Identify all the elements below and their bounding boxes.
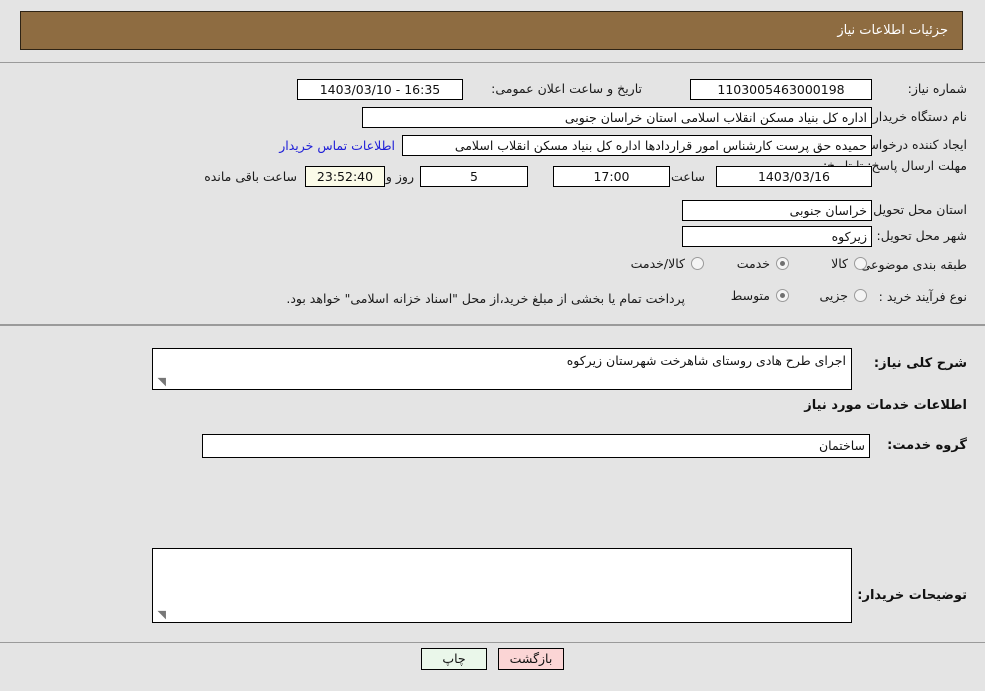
services-section-title: اطلاعات خدمات مورد نیاز <box>804 398 967 413</box>
province-label: استان محل تحویل: <box>868 202 967 217</box>
process-option-jozi[interactable]: جزیی <box>819 288 867 303</box>
description-textarea[interactable]: اجرای طرح هادی روستای شاهرخت شهرستان زیر… <box>152 348 852 390</box>
buyer-contact-link[interactable]: اطلاعات تماس خریدار <box>279 138 395 153</box>
radio-motavaset-icon[interactable] <box>776 289 789 302</box>
buyer-comments-label: توضیحات خریدار: <box>857 588 967 603</box>
buyer-org-value: اداره کل بنیاد مسکن انقلاب اسلامی استان … <box>362 107 872 128</box>
resize-grip-icon[interactable]: ◥ <box>156 609 166 620</box>
buyer-comments-textarea[interactable]: ◥ <box>152 548 852 623</box>
province-value: خراسان جنوبی <box>682 200 872 221</box>
creator-value: حمیده حق پرست کارشناس امور قراردادها ادا… <box>402 135 872 156</box>
radio-khedmat-icon[interactable] <box>776 257 789 270</box>
city-label: شهر محل تحویل: <box>876 228 967 243</box>
process-option-motavaset[interactable]: متوسط <box>731 288 789 303</box>
announce-label: تاریخ و ساعت اعلان عمومی: <box>491 81 642 96</box>
countdown-value: 23:52:40 <box>305 166 385 187</box>
category-option-kala-label: کالا <box>831 256 848 271</box>
city-value: زیرکوه <box>682 226 872 247</box>
service-group-value: ساختمان <box>202 434 870 458</box>
remaining-label: ساعت باقی مانده <box>204 169 297 184</box>
buyer-org-label: نام دستگاه خریدار: <box>868 109 967 124</box>
page-root: ✔ AnaTender.net جزئیات اطلاعات نیاز شمار… <box>0 0 985 691</box>
radio-kala-khedmat-icon[interactable] <box>691 257 704 270</box>
need-number-label: شماره نیاز: <box>907 81 967 96</box>
page-header: جزئیات اطلاعات نیاز <box>20 11 963 50</box>
days-label: روز و <box>385 169 414 184</box>
days-value: 5 <box>420 166 528 187</box>
category-option-kala-khedmat[interactable]: کالا/خدمت <box>631 256 704 271</box>
page-title: جزئیات اطلاعات نیاز <box>837 23 948 38</box>
announce-value: 16:35 - 1403/03/10 <box>297 79 463 100</box>
announce-row: تاریخ و ساعت اعلان عمومی: <box>491 81 642 96</box>
description-value: اجرای طرح هادی روستای شاهرخت شهرستان زیر… <box>566 353 846 368</box>
deadline-date-value: 1403/03/16 <box>716 166 872 187</box>
description-label: شرح کلی نیاز: <box>873 356 967 371</box>
hour-value: 17:00 <box>553 166 670 187</box>
footer-button-bar: بازگشت چاپ <box>0 648 985 670</box>
deadline-row: مهلت ارسال پاسخ: تا تاریخ: <box>822 158 967 174</box>
resize-grip-icon[interactable]: ◥ <box>156 376 166 387</box>
process-option-motavaset-label: متوسط <box>730 288 770 303</box>
need-number-row: شماره نیاز: <box>908 81 967 96</box>
province-row: استان محل تحویل: <box>869 202 967 217</box>
details-panel: شرح کلی نیاز: اجرای طرح هادی روستای شاهر… <box>0 325 985 643</box>
need-number-value: 1103005463000198 <box>690 79 872 100</box>
category-option-khedmat-label: خدمت <box>736 256 770 271</box>
radio-jozi-icon[interactable] <box>854 289 867 302</box>
print-button[interactable]: چاپ <box>421 648 487 670</box>
category-label: طبقه بندی موضوعی: <box>856 257 967 272</box>
hour-label: ساعت <box>670 169 705 184</box>
need-info-panel: شماره نیاز: 1103005463000198 تاریخ و ساع… <box>0 62 985 325</box>
payment-note: پرداخت تمام یا بخشی از مبلغ خرید،از محل … <box>286 291 685 306</box>
service-group-label: گروه خدمت: <box>887 438 967 453</box>
radio-kala-icon[interactable] <box>854 257 867 270</box>
back-button[interactable]: بازگشت <box>498 648 564 670</box>
category-option-kala-khedmat-label: کالا/خدمت <box>630 256 685 271</box>
buyer-org-row: نام دستگاه خریدار: <box>869 109 967 124</box>
process-option-jozi-label: جزیی <box>819 288 848 303</box>
category-option-kala[interactable]: کالا <box>831 256 867 271</box>
category-option-khedmat[interactable]: خدمت <box>737 256 789 271</box>
city-row: شهر محل تحویل: <box>877 228 967 243</box>
process-label: نوع فرآیند خرید : <box>878 289 967 304</box>
deadline-label: مهلت ارسال پاسخ: تا تاریخ: <box>822 158 967 173</box>
